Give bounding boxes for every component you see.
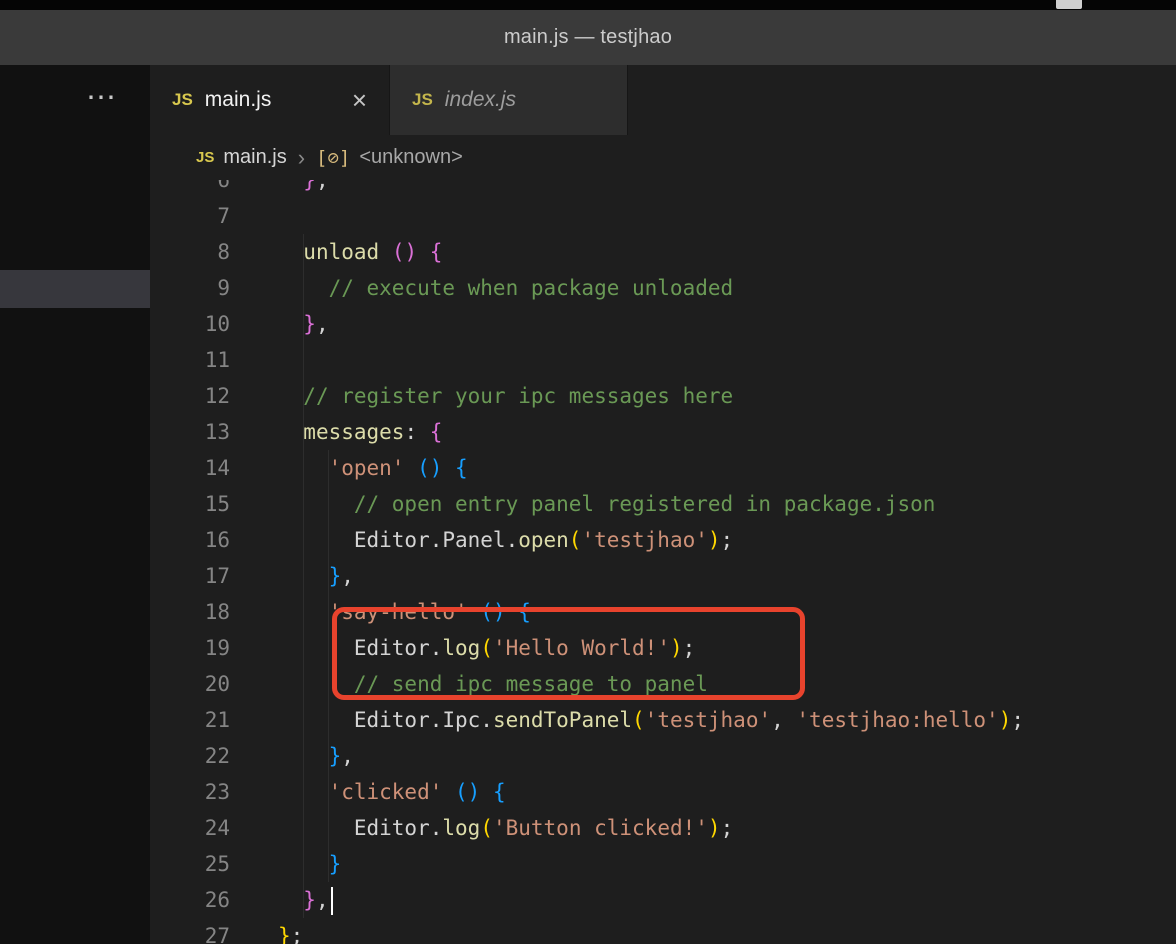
tab-label: main.js bbox=[205, 88, 272, 112]
code-line-text: messages: { bbox=[230, 414, 442, 450]
sidebar: ⋯ bbox=[0, 65, 150, 944]
indent-guide bbox=[328, 450, 329, 882]
code-line-text: }, bbox=[230, 306, 329, 342]
line-number: 7 bbox=[150, 198, 230, 234]
line-number: 22 bbox=[150, 738, 230, 774]
line-number: 20 bbox=[150, 666, 230, 702]
code-line-text: 'say-hello' () { bbox=[230, 594, 531, 630]
code-line-text: Editor.Panel.open('testjhao'); bbox=[230, 522, 733, 558]
javascript-file-icon: JS bbox=[172, 90, 193, 110]
indent-guide bbox=[303, 234, 304, 918]
code-line-text bbox=[230, 342, 278, 378]
text-cursor bbox=[331, 887, 334, 915]
code-line-text: }, bbox=[230, 180, 329, 198]
code-line-text bbox=[230, 198, 278, 234]
code-line-text: unload () { bbox=[230, 234, 442, 270]
window-artifact bbox=[1056, 0, 1082, 9]
code-line-text: Editor.Ipc.sendToPanel('testjhao', 'test… bbox=[230, 702, 1024, 738]
background-strip bbox=[0, 0, 1176, 10]
line-number: 11 bbox=[150, 342, 230, 378]
line-number: 25 bbox=[150, 846, 230, 882]
window-title: main.js — testjhao bbox=[504, 26, 672, 49]
javascript-file-icon: JS bbox=[412, 90, 433, 110]
code-line-text: // execute when package unloaded bbox=[230, 270, 733, 306]
line-number: 17 bbox=[150, 558, 230, 594]
line-number: 27 bbox=[150, 918, 230, 944]
tab-index-js[interactable]: JS index.js bbox=[390, 65, 628, 135]
line-number: 10 bbox=[150, 306, 230, 342]
line-number: 23 bbox=[150, 774, 230, 810]
line-number: 8 bbox=[150, 234, 230, 270]
code-line-text: }; bbox=[230, 918, 303, 944]
code-line-text: // register your ipc messages here bbox=[230, 378, 733, 414]
close-tab-icon[interactable]: × bbox=[352, 87, 367, 113]
line-number: 18 bbox=[150, 594, 230, 630]
breadcrumb-symbol[interactable]: <unknown> bbox=[359, 146, 462, 169]
tab-label: index.js bbox=[445, 88, 516, 112]
code-lines: 6 },78 unload () {9 // execute when pack… bbox=[150, 180, 1176, 944]
code-line-text: 'clicked' () { bbox=[230, 774, 506, 810]
code-line-text: Editor.log('Button clicked!'); bbox=[230, 810, 733, 846]
breadcrumb: JS main.js › [⊘] <unknown> bbox=[150, 135, 1176, 180]
line-number: 6 bbox=[150, 180, 230, 198]
code-line[interactable]: 7 bbox=[150, 198, 1176, 234]
tab-main-js[interactable]: JS main.js × bbox=[150, 65, 390, 135]
window-titlebar: main.js — testjhao bbox=[0, 10, 1176, 65]
vscode-window: main.js — testjhao ⋯ JS main.js × JS ind… bbox=[0, 0, 1176, 944]
line-number: 13 bbox=[150, 414, 230, 450]
code-line-text: 'open' () { bbox=[230, 450, 468, 486]
symbol-unknown-icon: [⊘] bbox=[316, 147, 350, 169]
line-number: 15 bbox=[150, 486, 230, 522]
breadcrumb-file[interactable]: main.js bbox=[223, 146, 286, 169]
code-line-text: // send ipc message to panel bbox=[230, 666, 708, 702]
line-number: 14 bbox=[150, 450, 230, 486]
line-number: 16 bbox=[150, 522, 230, 558]
line-number: 21 bbox=[150, 702, 230, 738]
line-number: 26 bbox=[150, 882, 230, 918]
code-line-text: } bbox=[230, 846, 341, 882]
line-number: 19 bbox=[150, 630, 230, 666]
code-line-text: }, bbox=[230, 882, 333, 918]
chevron-right-icon: › bbox=[296, 147, 307, 169]
code-line[interactable]: 27}; bbox=[150, 918, 1176, 944]
sidebar-selected-item[interactable] bbox=[0, 270, 150, 308]
code-line-text: Editor.log('Hello World!'); bbox=[230, 630, 695, 666]
code-editor[interactable]: 6 },78 unload () {9 // execute when pack… bbox=[150, 180, 1176, 944]
line-number: 24 bbox=[150, 810, 230, 846]
tab-bar: JS main.js × JS index.js bbox=[150, 65, 1176, 135]
code-line-text: // open entry panel registered in packag… bbox=[230, 486, 935, 522]
code-line-text: }, bbox=[230, 558, 354, 594]
more-actions-button[interactable]: ⋯ bbox=[86, 83, 117, 113]
line-number: 9 bbox=[150, 270, 230, 306]
javascript-file-icon: JS bbox=[196, 149, 214, 166]
code-line[interactable]: 6 }, bbox=[150, 180, 1176, 198]
code-line-text: }, bbox=[230, 738, 354, 774]
line-number: 12 bbox=[150, 378, 230, 414]
